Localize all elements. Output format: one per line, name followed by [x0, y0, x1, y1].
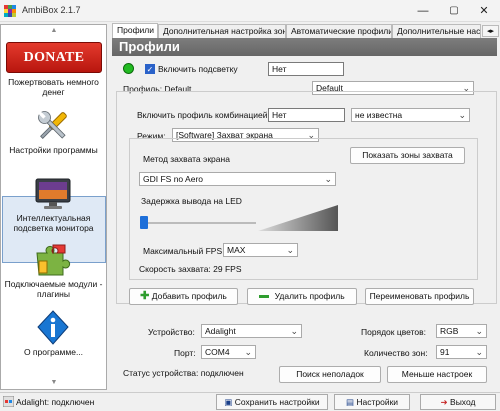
max-fps-select[interactable]: MAX ⌄ [223, 243, 298, 257]
port-label: Порт: [174, 348, 196, 358]
combo-profile-label: Включить профиль комбинацией: [137, 110, 270, 120]
delete-profile-label: Удалить профиль [274, 291, 345, 301]
zones-count-select[interactable]: 91 ⌄ [436, 345, 487, 359]
led-delay-label: Задержка вывода на LED [141, 196, 242, 206]
sidebar-item-backlight[interactable]: Интеллектуальная подсветка монитора [3, 213, 104, 235]
color-order-label: Порядок цветов: [361, 327, 426, 337]
combo-profile-field[interactable]: Нет [268, 108, 345, 122]
sidebar-item-label: Настройки программы [9, 145, 98, 155]
capture-method-label: Метод захвата экрана [143, 154, 230, 164]
title-bar: AmbiBox 2.1.7 — ▢ ✕ [0, 0, 500, 22]
scroll-down-button[interactable]: ▼ [2, 378, 106, 388]
add-profile-button[interactable]: ✚ Добавить профиль [129, 288, 238, 305]
tab-auto-profiles[interactable]: Автоматические профили [286, 24, 392, 38]
floppy-icon: ▣ [224, 397, 233, 407]
led-delay-slider-thumb[interactable] [140, 216, 148, 229]
sidebar-item-label: О программе... [23, 347, 84, 357]
save-settings-button[interactable]: ▣ Сохранить настройки [216, 394, 328, 410]
led-delay-slider-track[interactable] [148, 222, 256, 224]
show-zones-button[interactable]: Показать зоны захвата [350, 147, 465, 164]
enable-backlight-checkbox[interactable]: ✓ [145, 64, 155, 74]
tab-more-settings[interactable]: Дополнительные нас [392, 24, 481, 38]
save-settings-label: Сохранить настройки [234, 397, 320, 407]
app-icon [4, 5, 16, 17]
exit-button[interactable]: ➜ Выход [420, 394, 496, 410]
plus-icon: ✚ [140, 290, 150, 302]
combo-key-select[interactable]: не известна ⌄ [351, 108, 470, 122]
monitor-icon [35, 178, 71, 209]
sidebar-item-donate[interactable]: Пожертвовать немного денег [3, 77, 104, 99]
sidebar-item-plugins[interactable]: Подключаемые модули - плагины [3, 279, 104, 301]
rename-profile-button[interactable]: Переименовать профиль [365, 288, 474, 305]
color-order-value: RGB [440, 326, 459, 336]
exit-label: Выход [450, 397, 476, 407]
close-button[interactable]: ✕ [470, 0, 498, 22]
port-select[interactable]: COM4 ⌄ [201, 345, 256, 359]
minus-icon [259, 295, 270, 299]
chevron-down-icon: ⌄ [290, 326, 298, 336]
capture-method-select[interactable]: GDI FS no Aero ⌄ [139, 172, 336, 186]
sidebar-item-label: Пожертвовать немного денег [8, 77, 99, 97]
max-fps-label: Максимальный FPS [143, 246, 223, 256]
chevron-down-icon: ⌄ [286, 245, 294, 255]
connection-icon [3, 396, 14, 407]
max-fps-value: MAX [227, 245, 246, 255]
device-value: Adalight [205, 326, 236, 336]
chevron-down-icon: ⌄ [458, 110, 466, 120]
connection-status: Adalight: подключен [16, 397, 95, 407]
sidebar-item-about[interactable]: О программе... [3, 347, 104, 359]
info-icon [37, 310, 69, 345]
donate-button[interactable]: DONATE NOW [6, 42, 102, 94]
sidebar-item-settings[interactable]: Настройки программы [3, 145, 104, 157]
chevron-down-icon: ⌄ [475, 326, 483, 336]
minimize-button[interactable]: — [409, 0, 437, 22]
scroll-up-button[interactable]: ▲ [2, 26, 106, 36]
chevron-down-icon: ⌄ [324, 174, 332, 184]
device-label: Устройство: [148, 327, 195, 337]
chevron-down-icon: ⌄ [475, 347, 483, 357]
sidebar-item-label: Интеллектуальная подсветка монитора [13, 213, 94, 233]
delay-ramp-graphic [258, 205, 338, 231]
settings-label: Настройки [356, 397, 399, 407]
panel-header: Профили [112, 38, 497, 56]
tab-zone-settings[interactable]: Дополнительная настройка зон [158, 24, 286, 38]
tab-profiles[interactable]: Профили [112, 23, 158, 38]
wrench-screwdriver-icon [38, 111, 67, 139]
exit-icon: ➜ [440, 397, 448, 407]
settings-icon: ▤ [345, 397, 354, 407]
add-profile-label: Добавить профиль [151, 291, 227, 301]
capture-method-value: GDI FS no Aero [143, 174, 203, 184]
device-status-text: Статус устройства: подключен [123, 368, 244, 378]
search-faults-button[interactable]: Поиск неполадок [279, 366, 381, 383]
backlight-hotkey-field[interactable]: Нет [268, 62, 344, 76]
settings-button[interactable]: ▤ Настройки [334, 394, 410, 410]
device-select[interactable]: Adalight ⌄ [201, 324, 302, 338]
zones-count-label: Количество зон: [364, 348, 428, 358]
chevron-down-icon: ⌄ [244, 347, 252, 357]
window-title: AmbiBox 2.1.7 [22, 5, 81, 15]
zones-count-value: 91 [440, 347, 450, 357]
maximize-button[interactable]: ▢ [440, 0, 468, 22]
tab-scroll-button[interactable]: ◂▸ [482, 25, 499, 37]
delete-profile-button[interactable]: Удалить профиль [247, 288, 357, 305]
enable-backlight-label: Включить подсветку [158, 64, 238, 74]
status-led [123, 63, 134, 74]
sidebar-item-label: Подключаемые модули - плагины [4, 279, 103, 299]
fewer-settings-button[interactable]: Меньше настроек [387, 366, 487, 383]
capture-speed-text: Скорость захвата: 29 FPS [139, 264, 242, 274]
puzzle-icon [36, 244, 71, 276]
port-value: COM4 [205, 347, 230, 357]
color-order-select[interactable]: RGB ⌄ [436, 324, 487, 338]
combo-key-value: не известна [355, 110, 403, 120]
